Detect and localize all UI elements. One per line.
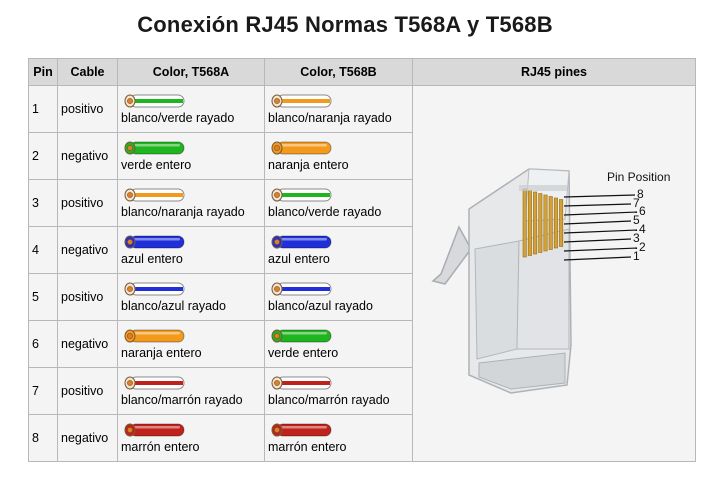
wire-color-label: blanco/azul rayado [268, 298, 373, 313]
wire-color-label: azul entero [121, 251, 183, 266]
pin-number-cell: 5 [28, 273, 58, 321]
pin-position-number: 4 [639, 222, 646, 236]
color-t568b-cell: azul entero [264, 226, 413, 274]
wire-icon [269, 234, 409, 250]
wire-color-label: blanco/marrón rayado [268, 392, 390, 407]
wire-color-label: marrón entero [268, 439, 347, 454]
pin-leader-line [563, 228, 638, 234]
cable-polarity-cell: negativo [57, 414, 118, 462]
wire-color-label: marrón entero [121, 439, 200, 454]
rj45-connector-illustration: 87654321Pin Position [431, 167, 670, 394]
pin-position-number: 1 [633, 249, 640, 263]
cable-polarity-cell: negativo [57, 320, 118, 368]
pin-leader-line [563, 202, 632, 207]
wire-color-label: blanco/verde rayado [121, 110, 235, 125]
header-rj45-pines: RJ45 pines [412, 58, 696, 86]
cable-polarity-cell: positivo [57, 85, 118, 133]
color-t568b-cell: marrón entero [264, 414, 413, 462]
pin-number-cell: 8 [28, 414, 58, 462]
cable-polarity-cell: positivo [57, 367, 118, 415]
pin-leader-line [563, 255, 632, 261]
color-t568a-cell: blanco/marrón rayado [117, 367, 265, 415]
wire-icon [269, 140, 409, 156]
cable-polarity-cell: negativo [57, 132, 118, 180]
wire-color-label: naranja entero [268, 157, 349, 172]
cable-polarity-cell: negativo [57, 226, 118, 274]
header-pin: Pin [28, 58, 58, 86]
header-cable: Cable [57, 58, 118, 86]
wire-color-label: blanco/naranja rayado [268, 110, 392, 125]
pin-number-cell: 7 [28, 367, 58, 415]
table-row: 1 positivo blanco/verde rayado blanco/naran… [28, 85, 696, 462]
color-t568a-cell: blanco/azul rayado [117, 273, 265, 321]
wire-icon [122, 328, 261, 344]
rj45-table: Pin Cable Color, T568A Color, T568B RJ45… [28, 58, 696, 462]
wire-icon [122, 187, 261, 203]
cable-polarity-cell: positivo [57, 273, 118, 321]
pin-leader-line [563, 219, 632, 225]
wire-color-label: azul entero [268, 251, 330, 266]
wire-icon [269, 187, 409, 203]
header-color-t568a: Color, T568A [117, 58, 265, 86]
wire-icon [122, 93, 261, 109]
wire-icon [122, 281, 261, 297]
wire-icon [269, 422, 409, 438]
color-t568a-cell: naranja entero [117, 320, 265, 368]
wire-icon [122, 375, 261, 391]
header-color-t568b: Color, T568B [264, 58, 413, 86]
pin-number-cell: 2 [28, 132, 58, 180]
color-t568b-cell: naranja entero [264, 132, 413, 180]
color-t568a-cell: azul entero [117, 226, 265, 274]
color-t568b-cell: blanco/azul rayado [264, 273, 413, 321]
wire-color-label: naranja entero [121, 345, 202, 360]
color-t568b-cell: blanco/naranja rayado [264, 85, 413, 133]
wire-icon [269, 281, 409, 297]
page-title: Conexión RJ45 Normas T568A y T568B [137, 12, 553, 37]
color-t568a-cell: blanco/verde rayado [117, 85, 265, 133]
wire-color-label: verde entero [268, 345, 339, 360]
color-t568b-cell: blanco/marrón rayado [264, 367, 413, 415]
wire-color-label: blanco/verde rayado [268, 204, 382, 219]
wire-icon [122, 140, 261, 156]
wire-color-label: blanco/marrón rayado [121, 392, 243, 407]
pin-leader-line [563, 237, 632, 243]
pin-leader-line [563, 246, 638, 252]
pin-leader-line [563, 210, 638, 216]
wire-color-label: verde entero [121, 157, 192, 172]
wire-icon [122, 422, 261, 438]
color-t568a-cell: verde entero [117, 132, 265, 180]
pin-number-cell: 6 [28, 320, 58, 368]
table-header-row: Pin Cable Color, T568A Color, T568B RJ45… [28, 58, 696, 86]
color-t568a-cell: marrón entero [117, 414, 265, 462]
wire-icon [269, 328, 409, 344]
wire-color-label: blanco/naranja rayado [121, 204, 245, 219]
pin-number-cell: 1 [28, 85, 58, 133]
wire-icon [269, 375, 409, 391]
pin-leader-line [563, 193, 636, 198]
cable-polarity-cell: positivo [57, 179, 118, 227]
rj45-pines-cell: 8 7 6 5 4 3 2 1 Pin Position [412, 85, 696, 462]
wire-icon [122, 234, 261, 250]
wire-icon [269, 93, 409, 109]
pin-position-number: 6 [639, 204, 646, 218]
color-t568b-cell: blanco/verde rayado [264, 179, 413, 227]
wire-color-label: blanco/azul rayado [121, 298, 226, 313]
color-t568b-cell: verde entero [264, 320, 413, 368]
color-t568a-cell: blanco/naranja rayado [117, 179, 265, 227]
pin-number-cell: 3 [28, 179, 58, 227]
pin-position-number: 2 [639, 240, 646, 254]
pin-number-cell: 4 [28, 226, 58, 274]
pin-position-caption: Pin Position [607, 170, 670, 184]
